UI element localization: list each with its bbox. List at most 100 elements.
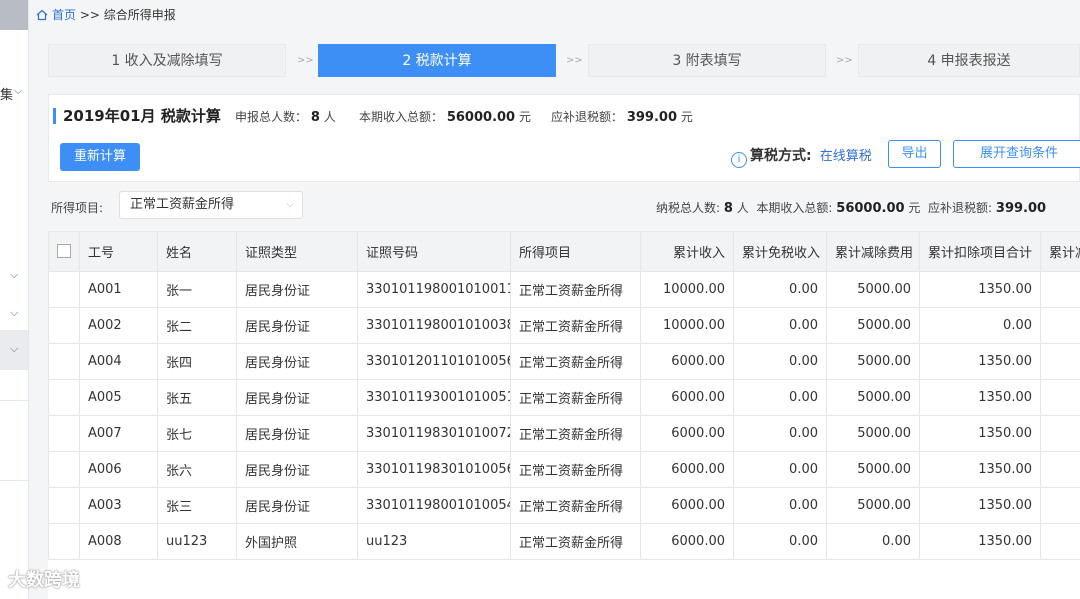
- stats-income-label: 本期收入总额:: [756, 201, 833, 215]
- recalculate-button[interactable]: 重新计算: [60, 143, 140, 171]
- column-header[interactable]: 累计扣除项目合计: [919, 231, 1041, 272]
- table-cell: [1040, 523, 1080, 560]
- table-cell: 330101198001010054: [357, 487, 511, 524]
- table-cell: 330101198301010056: [357, 451, 511, 488]
- row-select-cell[interactable]: [48, 379, 80, 416]
- chevron-down-icon[interactable]: ⌵: [10, 306, 18, 320]
- home-icon[interactable]: [36, 9, 48, 21]
- table-cell: 1350.00: [919, 271, 1041, 308]
- table-cell: A007: [79, 415, 158, 452]
- table-row[interactable]: A005 张五 居民身份证 330101193001010051 正常工资薪金所得 600…: [48, 379, 1080, 416]
- row-select-cell[interactable]: [48, 451, 80, 488]
- table-cell: [1040, 271, 1080, 308]
- stats-income-value: 56000.00: [836, 201, 905, 216]
- chevron-down-icon[interactable]: ⌵: [14, 84, 22, 98]
- table-cell: 正常工资薪金所得: [510, 343, 641, 380]
- table-cell: 330101198301010072: [357, 415, 511, 452]
- table-row[interactable]: A001 张一 居民身份证 330101198001010011 正常工资薪金所得 100…: [48, 271, 1080, 308]
- income-item-select[interactable]: 正常工资薪金所得 ⌵: [119, 191, 303, 219]
- table-cell: 1350.00: [919, 451, 1041, 488]
- table-row[interactable]: A006 张六 居民身份证 330101198301010056 正常工资薪金所得 600…: [48, 451, 1080, 488]
- table-row[interactable]: A004 张四 居民身份证 330101201101010056 正常工资薪金所得 600…: [48, 343, 1080, 380]
- table-cell: A003: [79, 487, 158, 524]
- table-cell: 0.00: [733, 343, 827, 380]
- export-button[interactable]: 导出: [888, 140, 941, 168]
- breadcrumb-current: 综合所得申报: [103, 8, 176, 22]
- column-header[interactable]: 累计减除费用: [826, 231, 920, 272]
- table-cell: 0.00: [826, 523, 920, 560]
- column-header[interactable]: 所得项目: [510, 231, 641, 272]
- column-header[interactable]: 累计免税收入: [733, 231, 827, 272]
- table-row[interactable]: A008 uu123 外国护照 uu123 正常工资薪金所得 6000.00 0.00 0.0…: [48, 523, 1080, 560]
- calc-method: i 算税方式: 在线算税: [731, 145, 872, 168]
- step-4-submit[interactable]: 4 申报表报送: [858, 44, 1080, 77]
- column-header[interactable]: 累计收入: [640, 231, 734, 272]
- table-cell: 0.00: [733, 451, 827, 488]
- summary-income: 本期收入总额： 56000.00 元: [359, 108, 531, 125]
- table-cell: 张五: [157, 379, 237, 416]
- table-cell: 0.00: [733, 307, 827, 344]
- summary-panel: 2019年01月 税款计算 申报总人数： 8 人 本期收入总额： 56000.0…: [48, 94, 1080, 182]
- table-cell: 5000.00: [826, 415, 920, 452]
- column-header[interactable]: 证照类型: [236, 231, 358, 272]
- row-select-cell[interactable]: [48, 271, 80, 308]
- sidebar-divider: [0, 400, 28, 401]
- table-cell: 0.00: [733, 523, 827, 560]
- calc-method-link[interactable]: 在线算税: [820, 149, 872, 164]
- column-header[interactable]: 累计减: [1040, 231, 1080, 272]
- select-all-cell[interactable]: [48, 231, 80, 272]
- table-header-row: 工号 姓名 证照类型 证照号码 所得项目 累计收入 累计免税收入 累计减除费用 …: [48, 231, 1080, 272]
- table-cell: [1040, 343, 1080, 380]
- table-cell: 正常工资薪金所得: [510, 451, 641, 488]
- expand-query-button[interactable]: 展开查询条件: [953, 140, 1080, 168]
- breadcrumb-home-link[interactable]: 首页: [52, 8, 76, 22]
- table-cell: A005: [79, 379, 158, 416]
- table-cell: 居民身份证: [236, 379, 358, 416]
- table-cell: 0.00: [733, 487, 827, 524]
- table-row[interactable]: A007 张七 居民身份证 330101198301010072 正常工资薪金所得 600…: [48, 415, 1080, 452]
- checkbox-icon[interactable]: [57, 243, 71, 258]
- column-header[interactable]: 工号: [79, 231, 158, 272]
- table-cell: 张一: [157, 271, 237, 308]
- table-cell: 5000.00: [826, 271, 920, 308]
- row-select-cell[interactable]: [48, 307, 80, 344]
- table-cell: 6000.00: [640, 487, 734, 524]
- table-cell: 张七: [157, 415, 237, 452]
- table-body: A001 张一 居民身份证 330101198001010011 正常工资薪金所得 100…: [48, 271, 1080, 560]
- table-row[interactable]: A003 张三 居民身份证 330101198001010054 正常工资薪金所得 600…: [48, 487, 1080, 524]
- summary-income-value: 56000.00: [446, 110, 516, 125]
- table-cell: 330101201101010056: [357, 343, 511, 380]
- step-1-income[interactable]: 1 收入及减除填写: [48, 44, 286, 77]
- table-cell: 0.00: [733, 379, 827, 416]
- summary-people: 申报总人数： 8 人: [235, 108, 336, 125]
- table-cell: uu123: [357, 523, 511, 560]
- table-cell: A006: [79, 451, 158, 488]
- summary-tax: 应补退税额： 399.00 元: [551, 108, 693, 125]
- sidebar-logo-block: [0, 0, 28, 30]
- summary-tax-value: 399.00: [626, 110, 678, 125]
- step-2-tax-calc[interactable]: 2 税款计算: [318, 44, 556, 77]
- tax-table-container[interactable]: 工号 姓名 证照类型 证照号码 所得项目 累计收入 累计免税收入 累计减除费用 …: [48, 231, 1080, 599]
- table-cell: 1350.00: [919, 343, 1041, 380]
- column-header[interactable]: 证照号码: [357, 231, 511, 272]
- row-select-cell[interactable]: [48, 415, 80, 452]
- page-title: 2019年01月 税款计算: [63, 107, 221, 125]
- row-select-cell[interactable]: [48, 523, 80, 560]
- column-header[interactable]: 姓名: [157, 231, 237, 272]
- chevron-down-icon: ⌵: [10, 342, 19, 355]
- step-separator: >>: [566, 55, 583, 66]
- row-select-cell[interactable]: [48, 487, 80, 524]
- stats-income-unit: 元: [908, 201, 921, 215]
- table-row[interactable]: A002 张二 居民身份证 330101198001010038 正常工资薪金所得 100…: [48, 307, 1080, 344]
- row-select-cell[interactable]: [48, 343, 80, 380]
- table-cell: 张四: [157, 343, 237, 380]
- table-cell: 5000.00: [826, 343, 920, 380]
- table-cell: uu123: [157, 523, 237, 560]
- step-3-attachments[interactable]: 3 附表填写: [588, 44, 826, 77]
- tax-table: 工号 姓名 证照类型 证照号码 所得项目 累计收入 累计免税收入 累计减除费用 …: [48, 231, 1080, 560]
- table-cell: [1040, 379, 1080, 416]
- chevron-down-icon[interactable]: ⌵: [10, 268, 18, 282]
- table-cell: 正常工资薪金所得: [510, 415, 641, 452]
- sidebar-partial-label[interactable]: 集: [0, 84, 13, 103]
- sidebar-active-item[interactable]: ⌵: [0, 330, 28, 370]
